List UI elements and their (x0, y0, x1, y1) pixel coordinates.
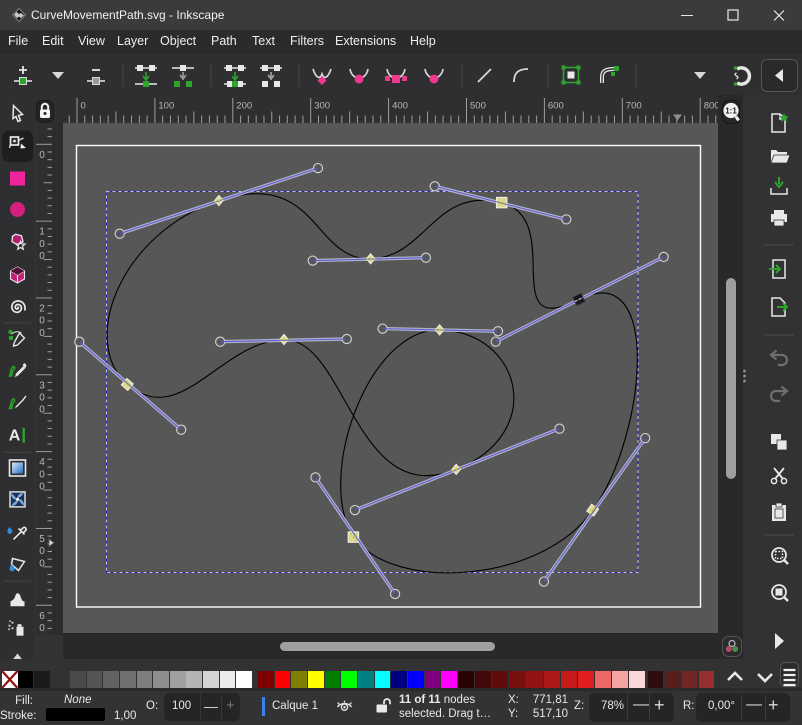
svg-text:100: 100 (158, 101, 174, 112)
svg-text:0: 0 (39, 392, 45, 403)
svg-text:0: 0 (39, 328, 45, 339)
svg-text:600: 600 (548, 101, 564, 112)
svg-text:300: 300 (314, 101, 330, 112)
svg-text:0: 0 (39, 469, 45, 480)
svg-text:0: 0 (81, 101, 86, 112)
svg-text:1:1: 1:1 (725, 107, 737, 116)
svg-text:0: 0 (39, 623, 45, 634)
svg-text:5: 5 (39, 534, 45, 545)
svg-text:400: 400 (392, 101, 408, 112)
svg-text:1: 1 (39, 227, 45, 238)
svg-text:6: 6 (39, 611, 45, 622)
svg-text:0: 0 (39, 316, 45, 327)
svg-text:0: 0 (39, 558, 45, 569)
svg-text:3: 3 (39, 380, 45, 391)
svg-text:2: 2 (39, 303, 45, 314)
svg-text:200: 200 (236, 101, 252, 112)
svg-text:A: A (9, 427, 21, 444)
svg-text:0: 0 (39, 150, 45, 161)
svg-text:0: 0 (39, 239, 45, 250)
svg-text:0: 0 (39, 482, 45, 493)
svg-text:0: 0 (39, 251, 45, 262)
svg-text:700: 700 (626, 101, 642, 112)
svg-text:0: 0 (39, 546, 45, 557)
svg-text:0: 0 (39, 405, 45, 416)
svg-text:500: 500 (470, 101, 486, 112)
svg-text:4: 4 (39, 457, 45, 468)
